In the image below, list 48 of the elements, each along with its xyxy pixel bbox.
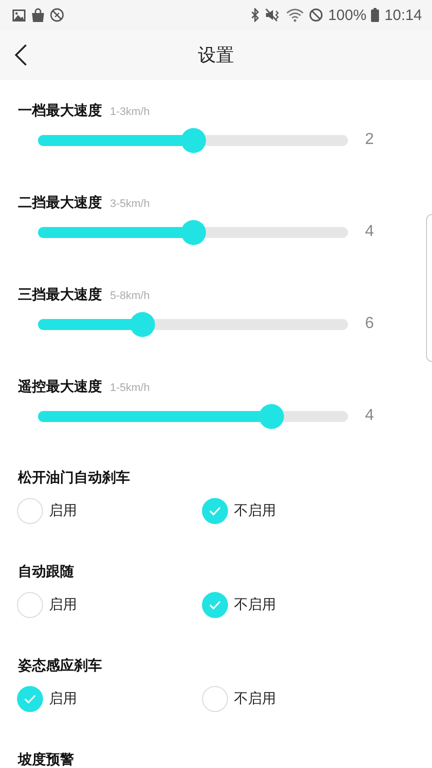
option-label: 不启用 <box>234 502 276 520</box>
bluetooth-icon <box>250 8 260 22</box>
back-icon <box>14 43 28 67</box>
back-button[interactable] <box>14 43 28 67</box>
radio-button[interactable] <box>17 498 43 524</box>
setting-label: 姿态感应刹车 <box>18 657 103 675</box>
option-label: 不启用 <box>234 596 276 614</box>
battery-icon <box>371 8 380 22</box>
radio-button[interactable] <box>17 592 43 618</box>
setting-label: 自动跟随 <box>18 563 75 581</box>
shopping-bag-icon <box>31 8 45 22</box>
slider-value: 6 <box>365 315 374 333</box>
setting-label: 遥控最大速度 <box>18 378 102 396</box>
option-label: 不启用 <box>234 690 276 708</box>
setting-label: 一档最大速度 <box>18 102 102 120</box>
setting-label: 三挡最大速度 <box>18 286 102 304</box>
slider-value: 2 <box>365 131 374 149</box>
setting-label: 松开油门自动刹车 <box>18 469 131 487</box>
mute-icon <box>265 8 282 22</box>
slider-thumb[interactable] <box>181 220 206 244</box>
range-hint: 1-3km/h <box>110 106 150 118</box>
page-title: 设置 <box>198 44 234 67</box>
radio-button[interactable] <box>202 498 228 524</box>
radio-button[interactable] <box>202 686 228 712</box>
slider-thumb[interactable] <box>258 404 284 428</box>
check-icon <box>209 506 221 516</box>
battery-percent: 100% <box>328 6 366 24</box>
image-icon <box>12 8 26 22</box>
blocked-icon <box>50 8 64 22</box>
range-hint: 3-5km/h <box>110 198 150 210</box>
check-icon <box>24 694 36 704</box>
range-hint: 1-5km/h <box>110 382 150 394</box>
slider-thumb[interactable] <box>130 312 155 336</box>
slider-value: 4 <box>365 223 374 241</box>
slider-value: 4 <box>365 407 374 425</box>
option-label: 启用 <box>49 502 77 520</box>
radio-button[interactable] <box>17 686 43 712</box>
wifi-icon <box>286 8 304 22</box>
setting-label: 二挡最大速度 <box>18 194 102 212</box>
no-sign-icon <box>309 8 324 22</box>
setting-label: 坡度预警 <box>18 751 75 768</box>
clock: 10:14 <box>384 6 422 24</box>
range-hint: 5-8km/h <box>110 290 150 302</box>
radio-button[interactable] <box>202 592 228 618</box>
option-label: 启用 <box>49 596 77 614</box>
option-label: 启用 <box>49 690 77 708</box>
slider-thumb[interactable] <box>181 128 206 152</box>
check-icon <box>209 600 221 610</box>
